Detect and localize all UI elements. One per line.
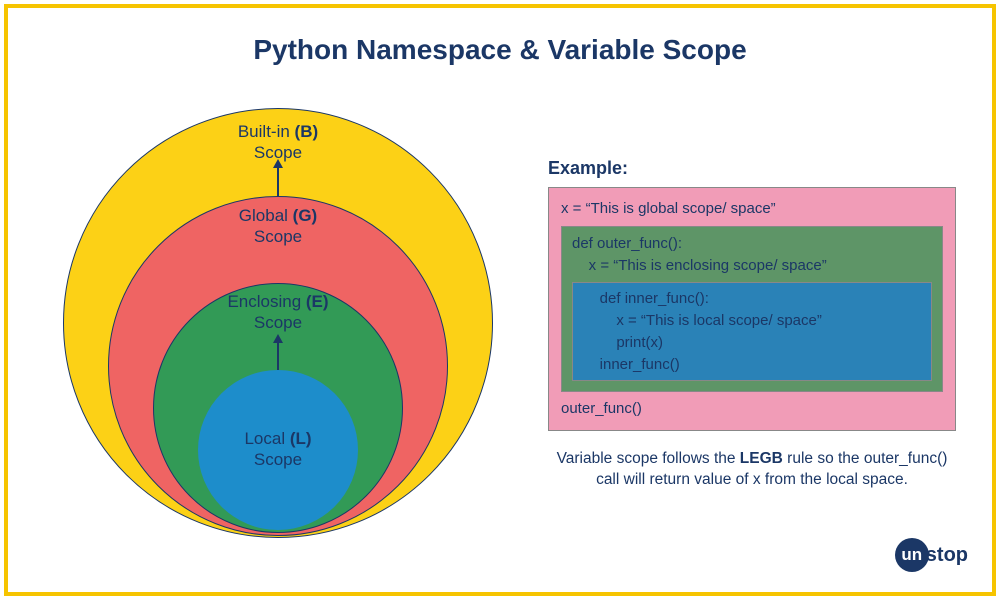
- global-label: Global (G) Scope: [239, 205, 317, 248]
- code-line: x = “This is global scope/ space”: [561, 198, 943, 220]
- code-line: print(x): [583, 332, 921, 354]
- local-label: Local (L) Scope: [244, 428, 311, 471]
- code-line: def outer_func():: [572, 233, 932, 255]
- enclosing-label: Enclosing (E) Scope: [227, 291, 328, 334]
- code-line: x = “This is enclosing scope/ space”: [572, 255, 932, 277]
- builtin-label: Built-in (B) Scope: [238, 121, 318, 164]
- code-line: x = “This is local scope/ space”: [583, 310, 921, 332]
- code-outer-block: def outer_func(): x = “This is enclosing…: [561, 226, 943, 393]
- logo-text: stop: [926, 544, 968, 567]
- code-line: outer_func(): [561, 398, 943, 420]
- code-inner-block: def inner_func(): x = “This is local sco…: [572, 282, 932, 381]
- code-line: def inner_func():: [583, 288, 921, 310]
- caption-text: Variable scope follows the LEGB rule so …: [548, 449, 956, 491]
- logo-bubble: un: [895, 538, 929, 572]
- code-example: x = “This is global scope/ space” def ou…: [548, 187, 956, 431]
- unstop-logo: un stop: [895, 538, 968, 572]
- scope-diagram: Built-in (B) Scope Global (G) Scope Encl…: [63, 108, 493, 538]
- example-heading: Example:: [548, 158, 956, 179]
- page-title: Python Namespace & Variable Scope: [8, 34, 992, 66]
- local-circle: Local (L) Scope: [198, 370, 358, 530]
- code-line: inner_func(): [583, 354, 921, 376]
